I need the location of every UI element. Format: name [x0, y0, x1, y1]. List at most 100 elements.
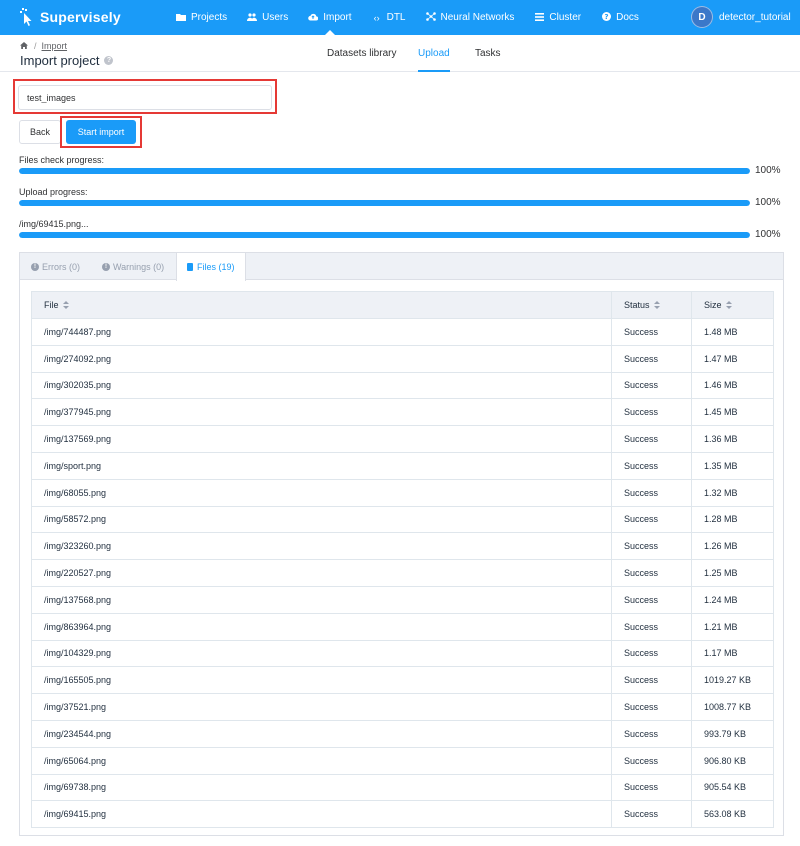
user-menu[interactable]: D detector_tutorial: [691, 6, 791, 28]
page-title-text: Import project: [20, 53, 100, 68]
file-cell: /img/220527.png: [31, 559, 612, 587]
status-cell: Success: [611, 398, 692, 427]
question-icon[interactable]: ?: [104, 56, 114, 65]
files-table: File Status Size /img/744487.png Success 1…: [31, 291, 774, 829]
status-cell: Success: [611, 559, 692, 587]
tab-tasks[interactable]: Tasks: [475, 48, 501, 72]
file-cell: /img/137568.png: [31, 585, 612, 614]
table-row: /img/744487.png Success 1.48 MB: [31, 318, 774, 346]
start-import-button[interactable]: Start import: [66, 120, 136, 144]
file-cell: /img/863964.png: [31, 612, 612, 641]
username: detector_tutorial: [719, 11, 791, 23]
table-row: /img/58572.png Success 1.28 MB: [31, 505, 774, 534]
users-icon: [247, 12, 258, 23]
supervisely-logo-icon: [20, 8, 32, 26]
size-cell: 1.21 MB: [691, 612, 774, 641]
upload-progress-bar: [19, 200, 750, 206]
size-cell: 1.48 MB: [691, 318, 774, 346]
file-cell: /img/744487.png: [31, 318, 612, 346]
table-row: /img/104329.png Success 1.17 MB: [31, 639, 774, 668]
column-header-size[interactable]: Size: [691, 291, 774, 319]
size-cell: 1019.27 KB: [691, 666, 774, 695]
file-cell: /img/377945.png: [31, 398, 612, 427]
status-cell: Success: [611, 746, 692, 775]
project-name-input[interactable]: [18, 85, 272, 110]
list-icon: [534, 12, 544, 23]
size-cell: 1.47 MB: [691, 344, 774, 373]
sort-icon[interactable]: [725, 301, 732, 310]
file-cell: /img/323260.png: [31, 532, 612, 561]
breadcrumb-import[interactable]: Import: [42, 41, 68, 51]
status-cell: Success: [611, 371, 692, 400]
brand-logo[interactable]: Supervisely: [20, 8, 121, 26]
progress-percent: 100%: [755, 165, 781, 176]
table-body: /img/744487.png Success 1.48 MB/img/274092…: [31, 318, 774, 829]
progress-fill: [19, 200, 750, 206]
nav-label: DTL: [386, 12, 406, 23]
sort-icon[interactable]: [653, 301, 660, 310]
status-cell: Success: [611, 773, 692, 802]
files-check-progress-bar: [19, 168, 750, 174]
breadcrumb-separator: /: [34, 41, 37, 51]
file-cell: /img/69415.png: [31, 800, 612, 829]
status-cell: Success: [611, 478, 692, 507]
tab-files[interactable]: Files (19): [176, 253, 246, 281]
file-icon: [187, 263, 193, 271]
tab-warnings[interactable]: ! Warnings (0): [102, 253, 164, 280]
size-cell: 1.26 MB: [691, 532, 774, 561]
table-header-row: File Status Size: [31, 291, 774, 319]
nav-label: Neural Networks: [440, 12, 515, 23]
nav-cluster[interactable]: Cluster: [534, 0, 581, 35]
table-row: /img/220527.png Success 1.25 MB: [31, 559, 774, 587]
status-cell: Success: [611, 612, 692, 641]
file-cell: /img/104329.png: [31, 639, 612, 668]
file-cell: /img/165505.png: [31, 666, 612, 695]
tab-upload[interactable]: Upload: [418, 48, 450, 72]
nav-dtl[interactable]: ‹› DTL: [372, 0, 406, 35]
table-row: /img/323260.png Success 1.26 MB: [31, 532, 774, 561]
column-header-file[interactable]: File: [31, 291, 612, 319]
table-row: /img/69415.png Success 563.08 KB: [31, 800, 774, 829]
top-navbar: Supervisely Projects Users Import ‹› DTL: [0, 0, 800, 35]
status-cell: Success: [611, 800, 692, 829]
status-cell: Success: [611, 719, 692, 748]
progress-fill: [19, 168, 750, 174]
nav-docs[interactable]: ? Docs: [601, 0, 639, 35]
nav-projects[interactable]: Projects: [176, 0, 227, 35]
back-button[interactable]: Back: [19, 120, 61, 144]
tab-errors-label: Errors (0): [42, 261, 80, 272]
column-header-status[interactable]: Status: [611, 291, 692, 319]
file-cell: /img/274092.png: [31, 344, 612, 373]
cloud-upload-icon: [308, 13, 319, 23]
nav-label: Import: [323, 12, 352, 23]
progress-percent: 100%: [755, 229, 781, 240]
size-cell: 993.79 KB: [691, 719, 774, 748]
nav-import[interactable]: Import: [308, 0, 352, 35]
status-cell: Success: [611, 666, 692, 695]
status-cell: Success: [611, 639, 692, 668]
table-row: /img/234544.png Success 993.79 KB: [31, 719, 774, 748]
file-cell: /img/58572.png: [31, 505, 612, 534]
size-cell: 1.45 MB: [691, 398, 774, 427]
nav-label: Projects: [191, 12, 228, 23]
size-cell: 1.36 MB: [691, 425, 774, 453]
code-icon: ‹›: [373, 12, 380, 23]
file-cell: /img/65064.png: [31, 746, 612, 775]
help-icon: ?: [601, 12, 611, 23]
progress-label: Upload progress:: [19, 187, 88, 197]
tab-errors[interactable]: ! Errors (0): [31, 253, 80, 280]
progress-fill: [19, 232, 750, 238]
nav-users[interactable]: Users: [247, 0, 288, 35]
size-cell: 1.24 MB: [691, 585, 774, 614]
table-row: /img/sport.png Success 1.35 MB: [31, 451, 774, 480]
sort-icon[interactable]: [62, 301, 69, 310]
table-row: /img/137568.png Success 1.24 MB: [31, 585, 774, 614]
progress-label: /img/69415.png...: [19, 219, 89, 229]
home-icon[interactable]: [20, 41, 28, 51]
tab-datasets-library[interactable]: Datasets library: [327, 48, 396, 72]
status-cell: Success: [611, 505, 692, 534]
table-row: /img/137569.png Success 1.36 MB: [31, 425, 774, 453]
progress-percent: 100%: [755, 197, 781, 208]
column-header-label: File: [44, 299, 59, 310]
nav-neural-networks[interactable]: Neural Networks: [425, 0, 515, 35]
